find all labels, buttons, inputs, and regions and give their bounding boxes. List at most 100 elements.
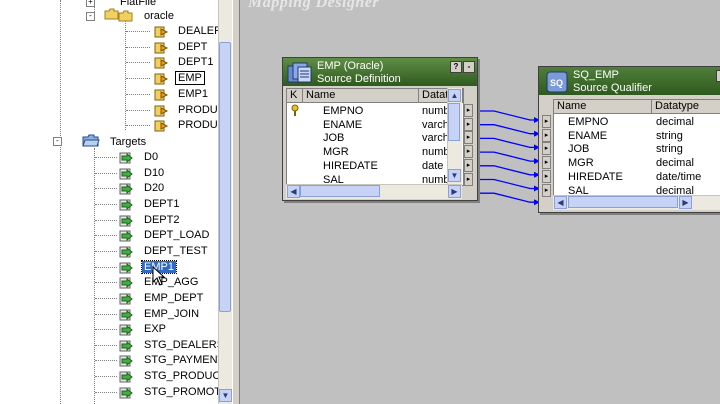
minimize-button[interactable]: - (463, 61, 475, 73)
target-item-label: STG_PROMOTI (144, 385, 218, 398)
scroll-right-button[interactable]: ▶ (679, 196, 692, 209)
input-port-arrow[interactable]: ▸ (542, 183, 551, 197)
folder-targets[interactable]: Targets (108, 134, 148, 150)
input-port-arrow[interactable]: ▸ (542, 115, 551, 128)
target-item[interactable]: DEPT2 (142, 212, 181, 228)
tree-line (60, 0, 61, 404)
target-definition-icon (119, 371, 133, 383)
target-item[interactable]: STG_PAYMENT (142, 352, 218, 368)
source-item[interactable]: DEPT (176, 39, 209, 55)
port-link-line[interactable] (474, 137, 540, 149)
target-definition-icon (119, 355, 133, 367)
help-button[interactable]: ? (716, 70, 720, 82)
output-port-arrow[interactable]: ▸ (464, 172, 473, 186)
navigator-scroll-thumb[interactable] (219, 42, 231, 312)
source-definition-header[interactable]: EMP (Oracle) Source Definition ? - (283, 58, 477, 86)
output-port-arrow[interactable]: ▸ (464, 158, 473, 172)
output-port-arrow[interactable]: ▸ (464, 104, 473, 117)
port-name[interactable]: HIREDATE (568, 170, 652, 184)
input-port-arrow[interactable]: ▸ (542, 128, 551, 142)
port-link-line[interactable] (474, 124, 540, 135)
qualifier-ports-grid[interactable]: Name Datatype EMPNO decimal ENAME string JOB… (553, 99, 720, 197)
grid-scroll-thumb[interactable] (448, 103, 460, 141)
collapse-toggle[interactable]: - (53, 137, 62, 146)
tree-line (95, 329, 117, 331)
target-item[interactable]: STG_PROMOTI (142, 384, 218, 400)
target-item[interactable]: EXP (142, 321, 168, 337)
port-name[interactable]: JOB (323, 131, 417, 145)
target-definition-icon (119, 387, 133, 399)
port-link-line[interactable] (474, 165, 540, 176)
port-name[interactable]: MGR (568, 156, 652, 170)
target-item-label: DEPT1 (144, 197, 180, 210)
svg-text:SQ: SQ (550, 78, 563, 88)
port-link-line[interactable] (474, 110, 540, 121)
port-name[interactable]: JOB (568, 142, 652, 156)
help-button[interactable]: ? (450, 61, 462, 73)
target-item[interactable]: D0 (142, 149, 160, 165)
scroll-right-button[interactable]: ▶ (448, 185, 461, 198)
pane-splitter[interactable] (232, 0, 240, 404)
source-definition-icon (154, 26, 169, 38)
scroll-left-button[interactable]: ◀ (287, 185, 300, 198)
source-definition-table[interactable]: EMP (Oracle) Source Definition ? - K Nam… (282, 57, 478, 201)
column-header-name[interactable]: Name (303, 89, 419, 103)
port-datatype: string (656, 143, 683, 156)
source-item[interactable]: DEPT1 (176, 54, 215, 70)
target-item[interactable]: EMP_JOIN (142, 306, 201, 322)
target-definition-icon (119, 215, 133, 227)
port-name[interactable]: EMPNO (568, 115, 652, 129)
source-qualifier-header[interactable]: SQ SQ_EMP Source Qualifier ? (539, 67, 720, 95)
target-item[interactable]: DEPT_LOAD (142, 227, 211, 243)
horizontal-scroll-thumb[interactable] (300, 185, 380, 197)
mapping-workspace[interactable]: Mapping Designer EMP (Oracle) Source Def… (240, 0, 720, 404)
source-item[interactable]: PRODUC (176, 117, 218, 133)
input-port-arrow[interactable]: ▸ (542, 156, 551, 170)
port-name[interactable]: HIREDATE (323, 159, 417, 173)
target-definition-icon (119, 168, 133, 180)
port-link-line[interactable] (474, 192, 540, 203)
output-port-arrow[interactable]: ▸ (464, 131, 473, 145)
port-link-line[interactable] (474, 151, 540, 162)
output-port-arrow[interactable]: ▸ (464, 145, 473, 159)
port-name[interactable]: ENAME (323, 118, 417, 132)
source-ports-grid[interactable]: K Name Datat EMPNO numb ENAME varch JOB varch… (286, 88, 464, 186)
scroll-down-button[interactable]: ▼ (219, 389, 232, 402)
port-datatype: decimal (656, 157, 694, 170)
scroll-up-button[interactable]: ▲ (448, 89, 461, 102)
collapse-toggle[interactable]: - (86, 12, 95, 21)
target-item[interactable]: EMP_AGG (142, 274, 200, 290)
port-name[interactable]: EMPNO (323, 104, 417, 118)
port-datatype: string (656, 129, 683, 142)
column-header-key[interactable]: K (287, 89, 303, 103)
horizontal-scroll-thumb[interactable] (568, 196, 678, 208)
column-header-name[interactable]: Name (554, 100, 652, 114)
scroll-left-button[interactable]: ◀ (554, 196, 567, 209)
expand-toggle[interactable]: + (86, 0, 95, 7)
column-header-datatype[interactable]: Datatype (652, 100, 720, 114)
output-port-arrow[interactable]: ▸ (464, 117, 473, 131)
target-item[interactable]: STG_PRODUCT (142, 368, 218, 384)
tree-line (126, 31, 150, 32)
target-item[interactable]: DEPT_TEST (142, 243, 210, 259)
port-link-line[interactable] (474, 178, 540, 190)
input-port-arrow[interactable]: ▸ (542, 142, 551, 156)
target-definition-icon (119, 277, 133, 289)
source-item[interactable]: DEALER (176, 23, 218, 39)
source-item-label: DEALER (178, 25, 218, 37)
source-item[interactable]: EMP (175, 70, 205, 86)
folder-oracle[interactable]: oracle (142, 8, 176, 24)
target-item[interactable]: STG_DEALERSH (142, 337, 218, 353)
target-item[interactable]: D10 (142, 165, 166, 181)
port-name[interactable]: MGR (323, 145, 417, 159)
source-item[interactable]: EMP1 (176, 86, 210, 102)
source-item[interactable]: PRODUC (176, 102, 218, 118)
input-port-arrow[interactable]: ▸ (542, 169, 551, 183)
target-item[interactable]: DEPT1 (142, 196, 181, 212)
target-item[interactable]: EMP_DEPT (142, 290, 205, 306)
target-item[interactable]: D20 (142, 180, 166, 196)
port-name[interactable]: ENAME (568, 129, 652, 143)
scroll-down-button[interactable]: ▼ (448, 169, 461, 182)
folder-open-icon (82, 134, 100, 147)
source-qualifier-table[interactable]: SQ SQ_EMP Source Qualifier ? Name Dataty… (538, 66, 720, 213)
